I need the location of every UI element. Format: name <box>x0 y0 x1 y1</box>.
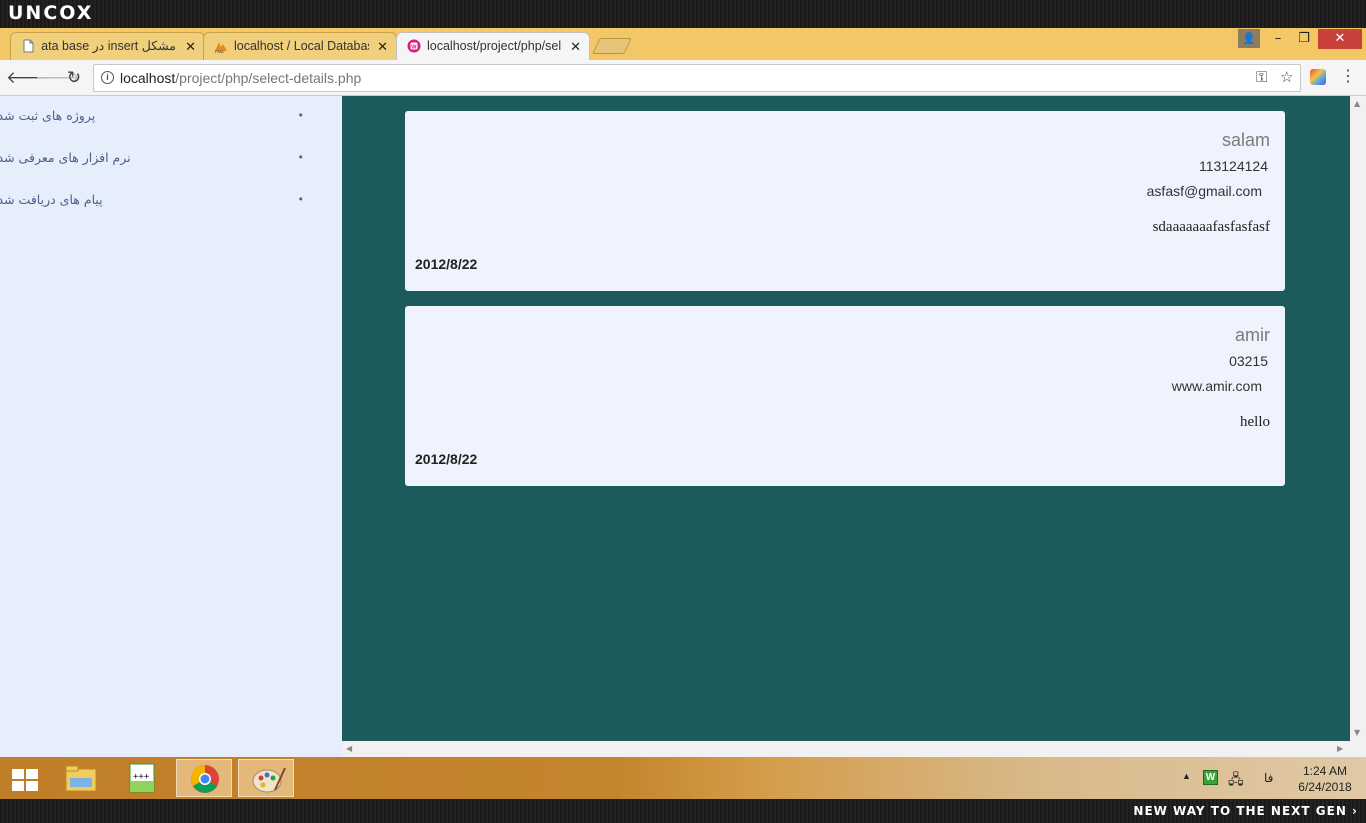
record-email: www.amir.com <box>1171 378 1262 394</box>
star-icon[interactable]: ☆ <box>1280 65 1293 91</box>
close-tab-icon[interactable]: ✕ <box>570 33 581 60</box>
clock[interactable]: 1:24 AM 6/24/2018 <box>1290 763 1360 795</box>
record-card: amir 03215 www.amir.com hello 2012/8/22 <box>405 306 1285 486</box>
record-card: salam 113124124 asfasf@gmail.com sdaaaaa… <box>405 111 1285 291</box>
scroll-up-icon[interactable]: ▲ <box>1354 99 1360 108</box>
tab-title: localhost/project/php/sel <box>427 39 562 53</box>
page-viewport: • پروژه های ثبت شده • نرم افزار های معرف… <box>0 96 1366 757</box>
scrollbar-corner <box>1350 741 1366 757</box>
wamp-tray-icon[interactable]: W <box>1203 770 1218 785</box>
record-phone: 113124124 <box>1198 158 1268 174</box>
windows-start-icon[interactable] <box>0 759 56 797</box>
file-explorer-icon[interactable] <box>53 759 109 797</box>
wamp-icon: W <box>407 39 421 53</box>
record-name: amir <box>1235 325 1270 345</box>
profile-icon[interactable]: 👤 <box>1238 29 1260 48</box>
forward-arrow-icon[interactable]: 🡒 <box>35 67 81 89</box>
record-message: sdaaaaaaafasfasfasf <box>1152 219 1270 235</box>
taskbar: +++ ▲ W 🖧 فا 1:24 AM 6/24/2018 <box>0 757 1366 799</box>
sidebar-menu: • پروژه های ثبت شده • نرم افزار های معرف… <box>0 106 305 232</box>
tab-title: مشکل insert در data base <box>41 39 176 53</box>
scroll-right-icon[interactable]: ▶ <box>1337 744 1343 753</box>
sidebar-item-label[interactable]: پیام های دریافت شده <box>0 190 103 210</box>
sidebar-item-label[interactable]: نرم افزار های معرفی شده <box>0 148 131 168</box>
back-arrow-icon[interactable]: 🡐 <box>6 67 52 89</box>
banner-tagline: NEW WAY TO THE NEXT GEN › <box>1133 804 1358 818</box>
url-host: localhost <box>120 70 176 86</box>
key-icon[interactable]: ⚿ <box>1256 65 1267 91</box>
brand-bar: UNCOX <box>0 0 1366 28</box>
language-indicator[interactable]: فا <box>1264 771 1273 785</box>
clock-date: 6/24/2018 <box>1298 780 1352 794</box>
svg-text:W: W <box>411 44 417 50</box>
tab-phpmyadmin[interactable]: PMA localhost / Local Databas ✕ <box>203 32 397 60</box>
tab-title: localhost / Local Databas <box>234 39 369 53</box>
paint-icon[interactable] <box>238 759 294 797</box>
scroll-left-icon[interactable]: ◀ <box>346 744 352 753</box>
page-icon <box>23 39 34 53</box>
svg-text:+++: +++ <box>133 772 150 782</box>
record-message: hello <box>1240 414 1270 430</box>
tab-select-details[interactable]: W localhost/project/php/sel ✕ <box>396 32 590 60</box>
reload-icon[interactable]: ↻ <box>63 67 85 89</box>
bottom-banner: NEW WAY TO THE NEXT GEN › <box>0 799 1366 823</box>
url-path: /project/php/select-details.php <box>175 70 362 86</box>
record-date: 2012/8/22 <box>415 451 478 467</box>
record-name: salam <box>1221 130 1270 150</box>
record-date: 2012/8/22 <box>415 256 478 272</box>
record-email: asfasf@gmail.com <box>1146 183 1262 199</box>
maximize-button[interactable]: ❐ <box>1292 28 1316 50</box>
menu-dots-icon[interactable]: ⋮ <box>1340 66 1356 85</box>
bullet-icon: • <box>297 151 305 164</box>
network-icon[interactable]: 🖧 <box>1228 769 1244 793</box>
clock-time: 1:24 AM <box>1302 764 1348 778</box>
sidebar-item-received-messages[interactable]: • پیام های دریافت شده <box>0 190 305 232</box>
sidebar-bottom <box>0 741 342 757</box>
tab-db-question[interactable]: مشکل insert در data base ✕ <box>10 32 205 60</box>
tray-expand-icon[interactable]: ▲ <box>1182 771 1191 781</box>
info-icon[interactable]: i <box>101 71 114 84</box>
bullet-icon: • <box>297 193 305 206</box>
sidebar-item-introduced-software[interactable]: • نرم افزار های معرفی شده <box>0 148 305 190</box>
phpmyadmin-icon: PMA <box>215 42 227 53</box>
close-tab-icon[interactable]: ✕ <box>185 33 196 60</box>
brand-logo: UNCOX <box>8 2 94 24</box>
record-phone: 03215 <box>1229 353 1268 369</box>
tab-strip: مشکل insert در data base ✕ PMA localhost… <box>0 28 1366 60</box>
browser-toolbar: 🡐 🡒 ↻ i localhost/project/php/select-det… <box>0 60 1366 96</box>
chrome-icon[interactable] <box>176 759 232 797</box>
horizontal-scrollbar[interactable]: ◀ ▶ <box>342 741 1350 757</box>
close-tab-icon[interactable]: ✕ <box>377 33 388 60</box>
vertical-scrollbar[interactable]: ▲ ▼ <box>1350 96 1366 741</box>
main-content: salam 113124124 asfasf@gmail.com sdaaaaa… <box>342 96 1350 741</box>
sidebar: • پروژه های ثبت شده • نرم افزار های معرف… <box>0 96 342 741</box>
sidebar-item-registered-projects[interactable]: • پروژه های ثبت شده <box>0 106 305 148</box>
minimize-button[interactable]: – <box>1266 28 1290 50</box>
bullet-icon: • <box>297 109 305 122</box>
notepad-plus-plus-icon[interactable]: +++ <box>114 759 170 797</box>
address-bar[interactable]: i localhost/project/php/select-details.p… <box>93 64 1301 92</box>
extension-icon[interactable] <box>1310 69 1326 85</box>
scroll-down-icon[interactable]: ▼ <box>1354 728 1360 737</box>
svg-text:PMA: PMA <box>215 49 224 53</box>
sidebar-item-label[interactable]: پروژه های ثبت شده <box>0 106 95 126</box>
close-window-button[interactable]: ✕ <box>1318 29 1362 49</box>
